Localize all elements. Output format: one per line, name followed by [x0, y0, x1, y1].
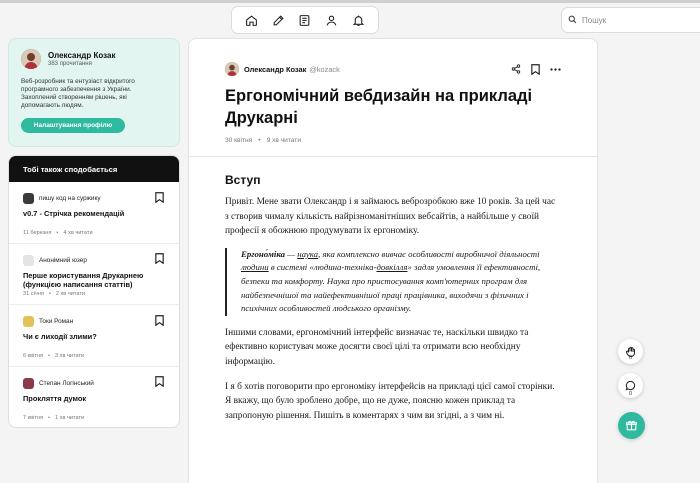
- list-icon[interactable]: [297, 12, 313, 28]
- support-author-button[interactable]: [618, 412, 645, 439]
- list-item[interactable]: пишу код на суржику v0.7 - Стрічка реком…: [9, 182, 179, 244]
- comments-count: 0: [628, 391, 633, 397]
- avatar: [23, 316, 34, 327]
- reaction-count: 0: [628, 355, 633, 361]
- user-icon[interactable]: [324, 12, 340, 28]
- article-paragraph: Іншими словами, ергономічний інтерфейс в…: [225, 327, 529, 367]
- home-icon[interactable]: [243, 12, 259, 28]
- avatar[interactable]: [225, 62, 239, 76]
- recommendation-author[interactable]: Степан Логінський: [39, 380, 94, 387]
- avatar[interactable]: [21, 49, 41, 69]
- avatar: [23, 377, 34, 389]
- bookmark-icon[interactable]: [530, 63, 541, 75]
- search-box: [561, 7, 700, 33]
- section-heading: Вступ: [225, 173, 261, 187]
- gift-icon: [626, 420, 637, 431]
- profile-followers: 383 прочитання: [48, 61, 92, 67]
- profile-bio: Веб-розробник та ентузіаст відкритого пр…: [21, 78, 135, 109]
- recommendation-meta: 11 березня • 4 хв читати: [23, 229, 93, 236]
- bookmark-icon[interactable]: [153, 191, 165, 203]
- main-nav: [231, 6, 379, 34]
- share-icon[interactable]: [510, 64, 521, 75]
- search-input[interactable]: [582, 15, 692, 25]
- quote-link-human[interactable]: людини: [241, 262, 269, 272]
- quote-term: Ергоно́міка: [241, 248, 285, 259]
- recommendation-meta: 7 квітня • 1 хв читати: [23, 415, 85, 421]
- bookmark-icon[interactable]: [153, 376, 165, 388]
- article-meta: 30 квітня • 9 хв читати: [225, 137, 301, 144]
- avatar: [23, 254, 34, 266]
- more-options-icon[interactable]: [550, 64, 561, 75]
- search-icon: [568, 11, 577, 29]
- bell-icon[interactable]: [351, 12, 367, 28]
- recommendations-header: Тобі також сподобається: [9, 156, 179, 182]
- recommendations-panel: Тобі також сподобається пишу код на сурж…: [8, 155, 180, 428]
- article-title: Ергономічний вебдизайн на прикладі Друка…: [225, 87, 533, 127]
- recommendation-title[interactable]: Перше користування Друкарнею (функцією н…: [23, 271, 153, 290]
- profile-settings-button[interactable]: Налаштування профілю: [21, 118, 125, 133]
- recommendation-meta: 31 січня • 2 хв читати: [23, 291, 86, 297]
- recommendation-author[interactable]: Анонімний юзер: [39, 257, 87, 264]
- list-item[interactable]: Токи Роман Чи є лиходії злими? 6 квітня •…: [9, 305, 179, 367]
- article-paragraph: Привіт. Мене звати Олександр і я займаюс…: [225, 197, 556, 237]
- top-bar: [0, 3, 700, 35]
- list-item[interactable]: Степан Логінський Прокляття думок 7 квіт…: [9, 367, 179, 428]
- list-item[interactable]: Анонімний юзер Перше користування Друкар…: [9, 244, 179, 305]
- recommendation-meta: 6 квітня • 3 хв читати: [23, 352, 85, 359]
- recommendation-author[interactable]: пишу код на суржику: [39, 195, 101, 202]
- article-author-handle[interactable]: @kozack: [309, 65, 340, 74]
- edit-icon[interactable]: [270, 12, 286, 28]
- article: Олександр Козак @kozack Ергономічний веб…: [188, 38, 598, 483]
- quote-link-environment[interactable]: довкілля: [376, 262, 407, 272]
- recommendation-title[interactable]: v0.7 - Стрічка рекомендацій: [23, 209, 153, 219]
- bookmark-icon[interactable]: [153, 314, 165, 326]
- author-profile-card: Олександр Козак 383 прочитання Веб-розро…: [8, 38, 180, 147]
- article-quote: Ергоно́міка — наука, яка комплексно вивч…: [225, 247, 561, 316]
- article-paragraph: І я б хотів поговорити про ергономіку ін…: [225, 381, 555, 421]
- quote-link-science[interactable]: наука: [297, 249, 318, 259]
- recommendation-author[interactable]: Токи Роман: [39, 318, 73, 325]
- divider: [189, 156, 597, 157]
- comment-icon: [625, 380, 636, 391]
- bookmark-icon[interactable]: [153, 253, 165, 265]
- profile-name[interactable]: Олександр Козак: [48, 51, 115, 60]
- recommendation-title[interactable]: Прокляття думок: [23, 394, 153, 404]
- recommendation-title[interactable]: Чи є лиходії злими?: [23, 332, 153, 342]
- article-author[interactable]: Олександр Козак: [244, 65, 306, 74]
- avatar: [23, 193, 34, 204]
